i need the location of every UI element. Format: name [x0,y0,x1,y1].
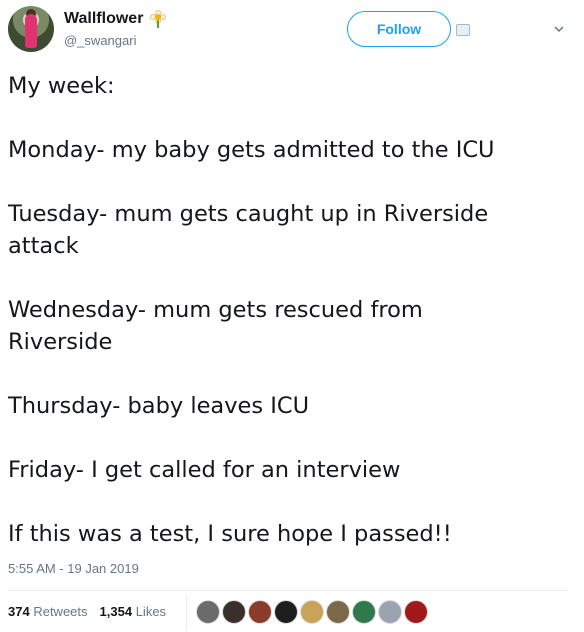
flower-stem [157,20,160,28]
liker-avatar[interactable] [404,600,428,624]
stats-divider [8,590,568,591]
liker-avatar[interactable] [352,600,376,624]
tweet-line: Riverside [8,329,113,355]
tweet-line: attack [8,233,79,259]
chevron-down-icon[interactable] [554,24,564,34]
flower-icon [149,10,167,28]
tweet-stats: 374 Retweets 1,354 Likes [8,604,178,619]
author-handle[interactable]: @_swangari [64,33,136,48]
liker-avatar[interactable] [222,600,246,624]
retweets-stat[interactable]: 374 Retweets [8,604,88,619]
author-avatar[interactable] [8,6,54,52]
likes-count: 1,354 [99,604,133,619]
tweet-line: Tuesday- mum gets caught up in Riverside [8,201,489,227]
likes-stat[interactable]: 1,354 Likes [100,604,167,619]
liker-avatar[interactable] [300,600,324,624]
stats-separator [186,596,187,630]
tweet-line: Monday- my baby gets admitted to the ICU [8,137,495,163]
tweet-line: If this was a test, I sure hope I passed… [8,521,452,547]
follow-button[interactable]: Follow [347,11,451,47]
flower-petal [160,14,167,20]
liker-avatar[interactable] [378,600,402,624]
tweet-line: Thursday- baby leaves ICU [8,393,310,419]
tweet-line: My week: [8,73,115,99]
tweet-header: Wallflower @_swangari Follow [8,6,576,58]
author-display-name[interactable]: Wallflower [64,10,143,28]
liker-avatar[interactable] [196,600,220,624]
tweet-line: Friday- I get called for an interview [8,457,401,483]
retweets-count: 374 [8,604,30,619]
tweet-timestamp[interactable]: 5:55 AM - 19 Jan 2019 [8,561,139,576]
avatar-figure [25,14,37,48]
media-icon[interactable] [456,24,470,36]
liker-avatar[interactable] [248,600,272,624]
tweet-line: Wednesday- mum gets rescued from [8,297,423,323]
liker-avatar[interactable] [326,600,350,624]
retweets-label: Retweets [33,604,88,619]
likes-label: Likes [135,604,167,619]
liker-avatar[interactable] [274,600,298,624]
liker-avatars [196,600,430,624]
tweet-text: My week: Monday- my baby gets admitted t… [8,70,568,550]
author-name-row[interactable]: Wallflower [64,10,167,28]
